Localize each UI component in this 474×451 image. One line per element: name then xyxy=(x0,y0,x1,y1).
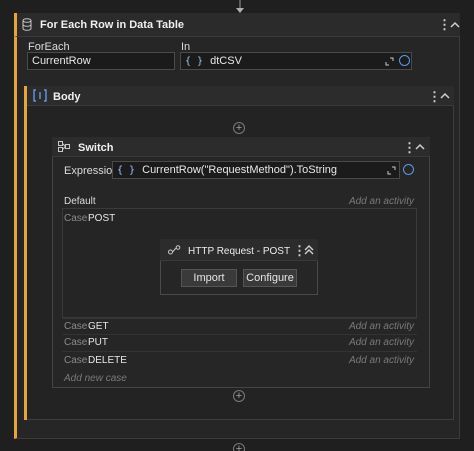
case-divider xyxy=(62,318,417,319)
in-collection-value: dtCSV xyxy=(210,55,242,67)
case-get-add-activity[interactable]: Add an activity xyxy=(330,321,414,332)
sequence-icon xyxy=(33,89,47,102)
case-put-add-activity[interactable]: Add an activity xyxy=(330,337,414,348)
foreach-activity-title: For Each Row in Data Table xyxy=(40,19,185,31)
case-keyword: Case xyxy=(64,337,88,348)
add-activity-plus-icon[interactable]: + xyxy=(233,122,245,134)
switch-icon xyxy=(58,141,70,152)
expression-add-argument-icon[interactable] xyxy=(403,164,414,175)
expression-input[interactable]: { } CurrentRow("RequestMethod").ToString xyxy=(112,161,400,179)
add-new-case-link[interactable]: Add new case xyxy=(64,373,127,384)
http-collapse-chevron-icon[interactable] xyxy=(304,245,314,255)
http-request-title: HTTP Request - POST xyxy=(188,246,291,257)
case-delete-value: DELETE xyxy=(88,355,127,366)
in-collection-input[interactable]: { } dtCSV xyxy=(180,52,412,70)
http-request-icon xyxy=(168,245,181,255)
body-header[interactable] xyxy=(24,86,454,106)
case-delete-add-activity[interactable]: Add an activity xyxy=(330,355,414,366)
switch-collapse-chevron-icon[interactable] xyxy=(415,143,425,151)
expression-brace-icon: { } xyxy=(185,56,204,67)
expand-expression-icon[interactable] xyxy=(387,166,396,175)
connector-arrow-icon xyxy=(236,0,244,13)
case-keyword: Case xyxy=(64,321,88,332)
configure-button[interactable]: Configure xyxy=(243,269,297,287)
switch-title: Switch xyxy=(78,142,114,154)
collapse-chevron-icon[interactable] xyxy=(450,21,460,29)
foreach-variable-input[interactable]: CurrentRow xyxy=(27,52,175,70)
case-get-value: GET xyxy=(88,321,109,332)
expand-editor-icon[interactable] xyxy=(385,57,394,66)
add-activity-plus-icon[interactable]: + xyxy=(233,390,245,402)
import-button[interactable]: Import xyxy=(181,269,237,287)
case-keyword: Case xyxy=(64,213,88,224)
default-case-label: Default xyxy=(64,196,96,207)
default-add-activity[interactable]: Add an activity xyxy=(330,196,414,207)
case-post-value: POST xyxy=(88,213,116,224)
expression-value: CurrentRow("RequestMethod").ToString xyxy=(142,164,338,176)
case-divider xyxy=(62,334,417,335)
datatable-icon xyxy=(22,18,32,31)
expression-brace-icon: { } xyxy=(117,165,136,176)
expression-label: Expression xyxy=(64,165,119,177)
add-activity-plus-icon[interactable]: + xyxy=(233,443,245,451)
body-title: Body xyxy=(53,91,81,103)
body-accent-bar xyxy=(24,86,27,420)
case-divider xyxy=(62,351,417,352)
case-put-value: PUT xyxy=(88,337,108,348)
case-keyword: Case xyxy=(64,355,88,366)
add-argument-icon[interactable] xyxy=(399,55,410,66)
body-collapse-chevron-icon[interactable] xyxy=(440,92,450,100)
